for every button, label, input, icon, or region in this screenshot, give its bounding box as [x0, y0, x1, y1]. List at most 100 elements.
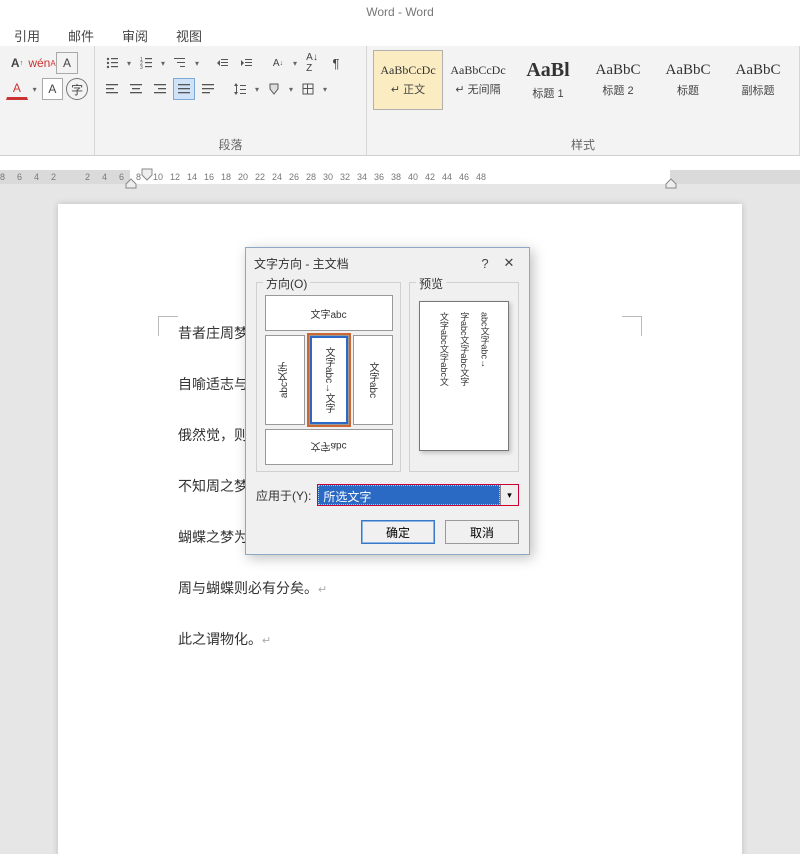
style-4[interactable]: AaBbC标题 — [653, 50, 723, 110]
tab-view[interactable]: 视图 — [176, 26, 202, 45]
style-2[interactable]: AaBl标题 1 — [513, 50, 583, 110]
styles-gallery[interactable]: AaBbCcDc↵ 正文AaBbCcDc↵ 无间隔AaBl标题 1AaBbC标题… — [373, 50, 793, 112]
preview-page: 文字abc文字abc文 字abc文字abc文字 abc文字abc→ — [419, 301, 509, 451]
show-marks-button[interactable]: ¶ — [325, 52, 347, 74]
apply-to-label: 应用于(Y): — [256, 487, 311, 504]
numbering-button[interactable]: 123 — [135, 52, 157, 74]
ruler-tick: 6 — [17, 172, 22, 182]
svg-text:3: 3 — [140, 65, 143, 70]
multilevel-dropdown[interactable]: ▾ — [193, 52, 201, 74]
horizontal-ruler[interactable]: 8642246810121416182022242628303234363840… — [0, 170, 800, 184]
apply-to-dropdown-button[interactable]: ▾ — [500, 485, 518, 505]
numbering-dropdown[interactable]: ▾ — [159, 52, 167, 74]
ruler-tick: 48 — [476, 172, 486, 182]
multilevel-list-button[interactable] — [169, 52, 191, 74]
paragraph[interactable]: 周与蝴蝶则必有分矣。↵ — [178, 579, 622, 600]
ruler-tick: 38 — [391, 172, 401, 182]
orientation-fieldset: 方向(O) 文字abc abc文字 文字abc→文字 文字abc 文字abc — [256, 282, 401, 472]
borders-dropdown[interactable]: ▾ — [321, 78, 329, 100]
ruler-tick: 6 — [119, 172, 124, 182]
preview-label: 预览 — [416, 275, 446, 292]
orient-option-horizontal[interactable]: 文字abc — [265, 295, 393, 331]
margin-corner-tr — [622, 316, 642, 336]
grow-font-button[interactable]: A↑ — [6, 52, 28, 74]
ok-button[interactable]: 确定 — [361, 520, 435, 544]
borders-button[interactable] — [297, 78, 319, 100]
first-line-indent-marker[interactable] — [140, 167, 154, 189]
phonetic-guide-button[interactable]: wénA — [31, 52, 53, 74]
ruler-tick: 4 — [34, 172, 39, 182]
align-center-button[interactable] — [125, 78, 147, 100]
ruler-tick: 10 — [153, 172, 163, 182]
ruler-tick: 34 — [357, 172, 367, 182]
line-spacing-dropdown[interactable]: ▾ — [253, 78, 261, 100]
bullets-dropdown[interactable]: ▾ — [125, 52, 133, 74]
ruler-tick: 12 — [170, 172, 180, 182]
right-indent-marker[interactable] — [664, 178, 678, 192]
dialog-close-button[interactable]: ✕ — [497, 251, 521, 275]
tab-references[interactable]: 引用 — [14, 26, 40, 45]
ruler-tick: 4 — [102, 172, 107, 182]
decrease-indent-button[interactable] — [211, 52, 233, 74]
ruler-tick: 18 — [221, 172, 231, 182]
ruler-tick: 40 — [408, 172, 418, 182]
align-distributed-button[interactable] — [197, 78, 219, 100]
styles-group-label: 样式 — [367, 136, 799, 153]
preview-fieldset: 预览 文字abc文字abc文 字abc文字abc文字 abc文字abc→ — [409, 282, 519, 472]
asian-layout-button[interactable]: A↓ — [267, 52, 289, 74]
cancel-button[interactable]: 取消 — [445, 520, 519, 544]
style-1[interactable]: AaBbCcDc↵ 无间隔 — [443, 50, 513, 110]
apply-to-value: 所选文字 — [318, 485, 500, 505]
align-justify-button[interactable] — [173, 78, 195, 100]
ruler-tick: 36 — [374, 172, 384, 182]
paragraph-group: ▾ 123▾ ▾ A↓▾ A↓Z ¶ ▾ ▾ ▾ 段落 — [95, 46, 367, 155]
orientation-label: 方向(O) — [263, 275, 310, 292]
dialog-title-text: 文字方向 - 主文档 — [254, 255, 349, 272]
style-3[interactable]: AaBbC标题 2 — [583, 50, 653, 110]
ruler-tick: 46 — [459, 172, 469, 182]
orient-option-vertical-lr[interactable]: 文字abc — [353, 335, 393, 425]
orient-option-vertical-rl[interactable]: 文字abc→文字 — [309, 335, 349, 425]
ruler-tick: 42 — [425, 172, 435, 182]
paragraph-group-label: 段落 — [95, 136, 366, 153]
ruler-tick: 44 — [442, 172, 452, 182]
enclose-characters-button[interactable]: 字 — [66, 78, 88, 100]
increase-indent-button[interactable] — [235, 52, 257, 74]
ruler-tick: 24 — [272, 172, 282, 182]
line-spacing-button[interactable] — [229, 78, 251, 100]
style-5[interactable]: AaBbC副标题 — [723, 50, 793, 110]
style-0[interactable]: AaBbCcDc↵ 正文 — [373, 50, 443, 110]
bullets-button[interactable] — [101, 52, 123, 74]
dialog-help-button[interactable]: ? — [473, 251, 497, 275]
ruler-tick: 2 — [51, 172, 56, 182]
ruler-tick: 22 — [255, 172, 265, 182]
ruler-tick: 8 — [136, 172, 141, 182]
ruler-tick: 16 — [204, 172, 214, 182]
tab-review[interactable]: 审阅 — [122, 26, 148, 45]
align-right-button[interactable] — [149, 78, 171, 100]
apply-to-select[interactable]: 所选文字 ▾ — [317, 484, 519, 506]
shading-button[interactable] — [263, 78, 285, 100]
ribbon-tabs: 引用 邮件 审阅 视图 — [0, 24, 800, 46]
character-shading-button[interactable]: A — [42, 78, 64, 100]
ruler-tick: 8 — [0, 172, 5, 182]
shading-dropdown[interactable]: ▾ — [287, 78, 295, 100]
align-left-button[interactable] — [101, 78, 123, 100]
font-color-dropdown[interactable]: ▾ — [31, 78, 39, 100]
ruler-tick: 20 — [238, 172, 248, 182]
ruler-tick: 2 — [85, 172, 90, 182]
ribbon: A↑ wénA A A ▾ A 字 ▾ 123▾ ▾ A↓▾ A↓Z ¶ — [0, 46, 800, 156]
dialog-titlebar[interactable]: 文字方向 - 主文档 ? ✕ — [246, 248, 529, 278]
sort-button[interactable]: A↓Z — [301, 52, 323, 74]
orient-option-horizontal-flip[interactable]: 文字abc — [265, 429, 393, 465]
asian-layout-dropdown[interactable]: ▾ — [291, 52, 299, 74]
ruler-tick: 32 — [340, 172, 350, 182]
paragraph[interactable]: 此之谓物化。↵ — [178, 630, 622, 651]
character-border-button[interactable]: A — [56, 52, 78, 74]
tab-mailings[interactable]: 邮件 — [68, 26, 94, 45]
ruler-tick: 30 — [323, 172, 333, 182]
orient-option-vertical-left[interactable]: abc文字 — [265, 335, 305, 425]
ruler-tick: 28 — [306, 172, 316, 182]
styles-group: AaBbCcDc↵ 正文AaBbCcDc↵ 无间隔AaBl标题 1AaBbC标题… — [367, 46, 800, 155]
font-color-button[interactable]: A — [6, 78, 28, 100]
